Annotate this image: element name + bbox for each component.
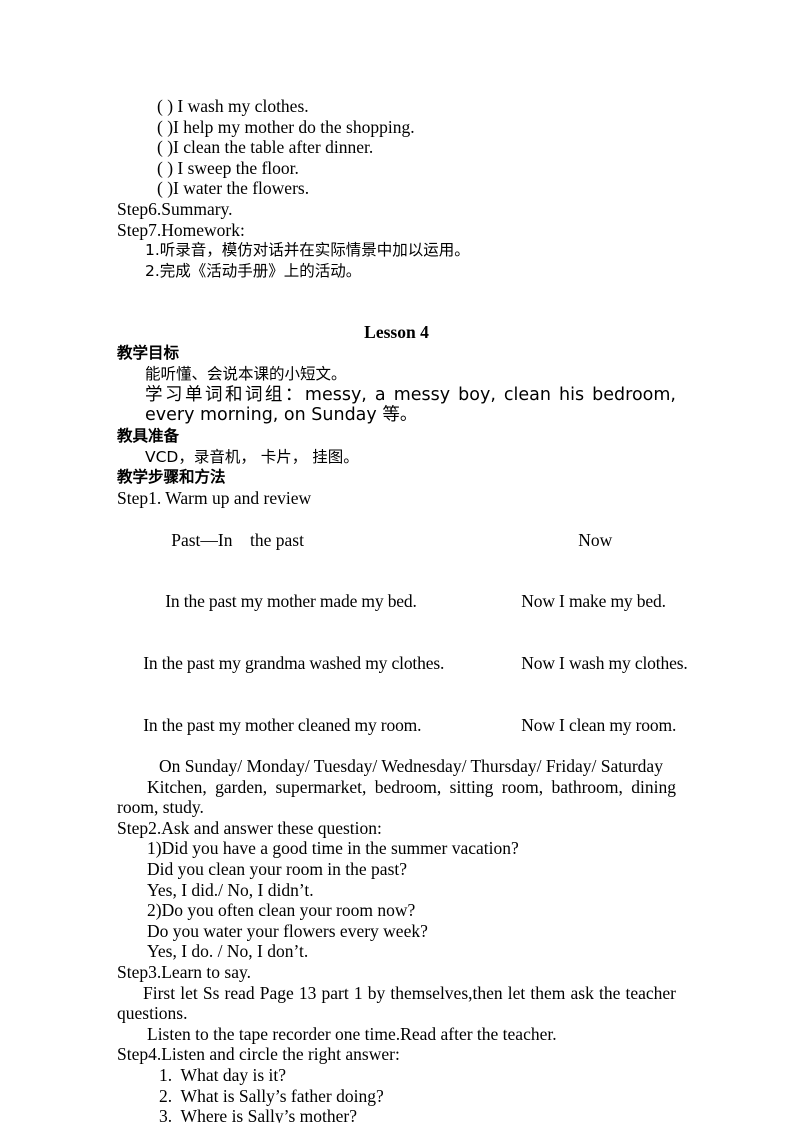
past-sentence: In the past my grandma washed my clothes… bbox=[143, 653, 445, 674]
list-item: ( ) I sweep the floor. bbox=[157, 157, 299, 178]
homework-item: 1.听录音，模仿对话并在实际情景中加以运用。 bbox=[145, 241, 470, 260]
procedure-heading: 教学步骤和方法 bbox=[117, 468, 226, 487]
past-now-row: In the past my mother made my bed. Now I … bbox=[117, 571, 676, 633]
column-header-past: Past—In the past bbox=[171, 529, 304, 550]
step4-heading: Step4.Listen and circle the right answer… bbox=[117, 1044, 400, 1065]
now-sentence: Now I clean my room. bbox=[521, 714, 677, 735]
objectives-line-2: 学习单词和词组：messy, a messy boy, clean his be… bbox=[145, 384, 682, 426]
homework-item: 2.完成《活动手册》上的活动。 bbox=[145, 261, 362, 280]
step6-heading: Step6.Summary. bbox=[117, 198, 233, 219]
step1-column-headers: Past—In the past Now bbox=[117, 509, 676, 571]
step2-heading: Step2.Ask and answer these question: bbox=[117, 817, 382, 838]
past-sentence: In the past my mother cleaned my room. bbox=[143, 714, 422, 735]
document-page: ( ) I wash my clothes. ( )I help my moth… bbox=[0, 0, 794, 1123]
step3-paragraph-2: Listen to the tape recorder one time.Rea… bbox=[147, 1023, 557, 1044]
step3-heading: Step3.Learn to say. bbox=[117, 961, 251, 982]
step7-heading: Step7.Homework: bbox=[117, 219, 245, 240]
list-item: ( ) I wash my clothes. bbox=[157, 96, 309, 116]
step3-paragraph-1: First let Ss read Page 13 part 1 by them… bbox=[117, 982, 676, 1024]
document-body: ( ) I wash my clothes. ( )I help my moth… bbox=[117, 96, 688, 1123]
past-sentence: In the past my mother made my bed. bbox=[165, 591, 417, 612]
list-item: ( )I water the flowers. bbox=[157, 178, 310, 199]
homework-list: 1.听录音，模仿对话并在实际情景中加以运用。 2.完成《活动手册》上的活动。 bbox=[117, 240, 676, 281]
objectives-heading: 教学目标 bbox=[117, 343, 180, 362]
step2-items: 1)Did you have a good time in the summer… bbox=[117, 838, 676, 962]
past-now-row: In the past my grandma washed my clothes… bbox=[117, 632, 687, 694]
materials-heading: 教具准备 bbox=[117, 426, 180, 445]
objectives-line-1: 能听懂、会说本课的小短文。 bbox=[145, 364, 347, 383]
list-item: ( )I help my mother do the shopping. bbox=[157, 116, 415, 137]
step2-item: Do you water your flowers every week? bbox=[147, 920, 428, 941]
days-of-week-line: On Sunday/ Monday/ Tuesday/ Wednesday/ T… bbox=[159, 756, 663, 777]
page-title: Lesson 4 bbox=[364, 322, 429, 343]
step2-item: Yes, I do. / No, I don’t. bbox=[147, 941, 309, 962]
list-item: ( )I clean the table after dinner. bbox=[157, 137, 374, 158]
materials-line-1: VCD，录音机， 卡片， 挂图。 bbox=[145, 447, 359, 466]
checkbox-list: ( ) I wash my clothes. ( )I help my moth… bbox=[117, 96, 676, 199]
step2-item: 1)Did you have a good time in the summer… bbox=[147, 838, 519, 859]
column-header-now: Now bbox=[578, 529, 613, 550]
step2-item: Did you clean your room in the past? bbox=[147, 859, 408, 879]
past-now-row: In the past my mother cleaned my room. No… bbox=[117, 694, 676, 756]
step2-item: 2)Do you often clean your room now? bbox=[147, 900, 416, 921]
step4-question-list: 1. What day is it? 2. What is Sally’s fa… bbox=[117, 1065, 676, 1123]
step4-question: 1. What day is it? bbox=[159, 1064, 287, 1085]
step4-question: 2. What is Sally’s father doing? bbox=[159, 1085, 384, 1106]
step1-heading: Step1. Warm up and review bbox=[117, 488, 312, 509]
step4-question: 3. Where is Sally’s mother? bbox=[159, 1106, 357, 1123]
places-line: Kitchen, garden, supermarket, bedroom, s… bbox=[117, 776, 676, 818]
now-sentence: Now I make my bed. bbox=[521, 591, 666, 612]
now-sentence: Now I wash my clothes. bbox=[521, 653, 688, 674]
step2-item: Yes, I did./ No, I didn’t. bbox=[147, 879, 314, 900]
